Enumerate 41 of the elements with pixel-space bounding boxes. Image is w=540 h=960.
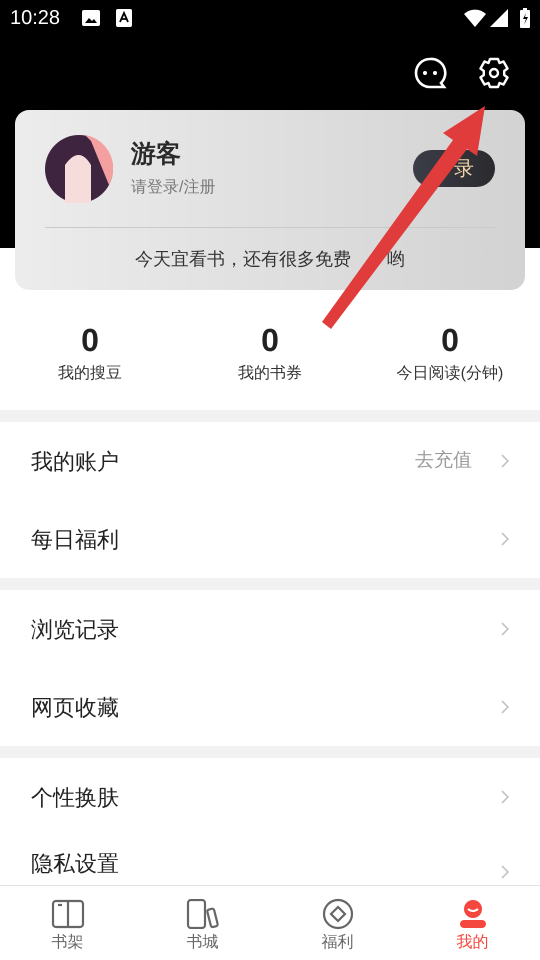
menu-row[interactable]: 我的账户 去充值 bbox=[0, 422, 540, 500]
clock: 10:28 bbox=[10, 6, 60, 31]
signal-icon bbox=[490, 9, 508, 27]
tagline-end: 哟 bbox=[387, 248, 405, 270]
tagline: 今天宜看书，还有很多免费 bbox=[135, 248, 351, 270]
phone-icon bbox=[186, 899, 220, 929]
wifi-icon bbox=[464, 9, 486, 27]
battery-icon bbox=[520, 8, 530, 28]
chevron-icon bbox=[500, 621, 510, 637]
tab[interactable]: 书城 bbox=[135, 886, 270, 960]
stat-label: 我的书券 bbox=[238, 364, 302, 384]
avatar bbox=[45, 134, 113, 202]
menu-row[interactable]: 隐私设置 bbox=[0, 836, 540, 881]
settings-button[interactable] bbox=[477, 56, 511, 90]
stat-value: 0 bbox=[261, 321, 279, 360]
stat-value: 0 bbox=[441, 321, 459, 360]
chevron-icon bbox=[500, 699, 510, 715]
chevron-icon bbox=[500, 453, 510, 469]
chevron-icon bbox=[500, 864, 510, 880]
settings-icon bbox=[477, 56, 511, 90]
message-button[interactable] bbox=[413, 56, 447, 90]
tab[interactable]: 我的 bbox=[405, 886, 540, 960]
stat-label: 今日阅读(分钟) bbox=[396, 364, 504, 384]
stat-label: 我的搜豆 bbox=[58, 364, 122, 384]
chat-icon bbox=[413, 56, 447, 90]
tab[interactable]: 福利 bbox=[270, 886, 405, 960]
book-icon bbox=[50, 899, 84, 929]
menu-row[interactable]: 网页收藏 bbox=[0, 668, 540, 746]
user-name: 游客 bbox=[131, 138, 182, 170]
tab[interactable]: 书架 bbox=[0, 886, 135, 960]
login-hint[interactable]: 请登录/注册 bbox=[131, 176, 216, 200]
keyboard-icon bbox=[116, 9, 132, 27]
person-icon bbox=[458, 899, 488, 929]
chevron-icon bbox=[500, 531, 510, 547]
coin-icon bbox=[322, 898, 354, 930]
image-icon bbox=[82, 10, 100, 26]
stat-value: 0 bbox=[81, 321, 99, 360]
menu-row[interactable]: 个性换肤 bbox=[0, 758, 540, 836]
menu-row[interactable]: 每日福利 bbox=[0, 500, 540, 578]
chevron-icon bbox=[500, 789, 510, 805]
menu-row[interactable]: 浏览记录 bbox=[0, 590, 540, 668]
